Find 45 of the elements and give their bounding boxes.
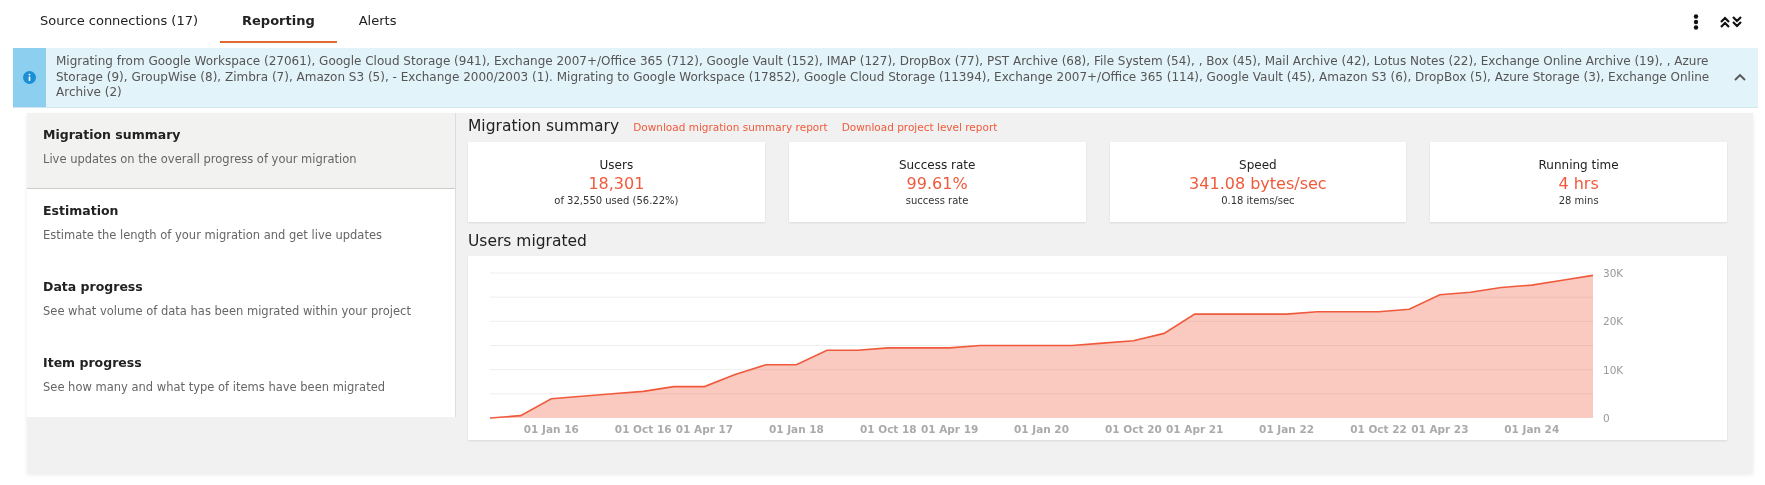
section-title: Migration summary: [468, 116, 620, 135]
item-title: Item progress: [43, 354, 143, 370]
stat-subtext: success rate: [905, 194, 969, 206]
x-tick-label: 01 Jan 24: [1504, 422, 1560, 435]
stat-value: 341.08 bytes/sec: [1189, 173, 1327, 193]
item-description: See how many and what type of items have been migrated: [43, 379, 387, 394]
stat-value: 99.61%: [906, 173, 968, 193]
item-title: Migration summary: [43, 126, 182, 142]
x-tick-label: 01 Oct 20: [1105, 422, 1162, 435]
info-icon: [23, 70, 36, 84]
x-tick-label: 01 Jan 22: [1259, 422, 1315, 435]
x-tick-label: 01 Oct 18: [859, 422, 917, 435]
x-tick-label: 01 Apr 23: [1411, 422, 1469, 435]
tab[interactable]: Alerts: [336, 0, 419, 43]
stat-subtext: 0.18 items/sec: [1221, 194, 1295, 206]
x-tick-label: 01 Apr 17: [675, 422, 734, 435]
stat-label: Users: [599, 157, 634, 172]
banner-text: Migrating from Google Workspace (27061), Google Cloud Storage (941), Exchange 2007+/Office 365 (712), Google Vault (152), IMAP (127), DropBox (77), PST Archive (68), File System (54), , Box (45), Mail Archive (42), Lotus Notes (22), Exchange Online Archive (19), , Azure Storage (9), GroupWise (8), Zimbra (7), Amazon S3 (5), - Exchange 2000/2003 (1). Migrating to Google Workspace (17852), Google Cloud Storage (11394), Exchange 2007+/Office 365 (114), Google Vault (45), Amazon S3 (6), DropBox (5), Azure Storage (3), Exchange Online Archive (2): [55, 53, 1711, 101]
x-tick-label: 01 Apr 19: [920, 422, 979, 435]
stat-value: 18,301: [588, 173, 645, 193]
y-tick-label: 30K: [1603, 266, 1624, 279]
item-description: Estimate the length of your migration and get live updates: [43, 227, 383, 242]
x-tick-label: 01 Oct 22: [1350, 422, 1407, 435]
item-description: Live updates on the overall progress of your migration: [43, 151, 358, 166]
stat-label: Running time: [1538, 157, 1619, 172]
y-tick-label: 10K: [1603, 363, 1624, 376]
stat-label: Speed: [1239, 157, 1277, 172]
x-tick-label: 01 Jan 18: [768, 422, 824, 435]
x-tick-label: 01 Oct 16: [614, 422, 672, 435]
x-tick-label: 01 Apr 21: [1166, 422, 1224, 435]
stat-label: Success rate: [898, 157, 976, 172]
item-description: See what volume of data has been migrated within your project: [43, 303, 412, 318]
tab[interactable]: Source connections (17): [18, 0, 220, 43]
stat-subtext: of 32,550 used (56.22%): [554, 194, 679, 206]
stat-value: 4 hrs: [1558, 173, 1599, 193]
tab[interactable]: Reporting: [220, 0, 337, 43]
x-tick-label: 01 Jan 16: [523, 422, 579, 435]
section-title: Users migrated: [468, 231, 588, 250]
x-tick-label: 01 Jan 20: [1014, 422, 1069, 435]
item-title: Estimation: [43, 202, 120, 218]
y-tick-label: 0: [1603, 411, 1610, 424]
item-title: Data progress: [43, 278, 144, 294]
y-tick-label: 20K: [1603, 314, 1624, 327]
stat-subtext: 28 mins: [1558, 194, 1599, 206]
sidebar-item[interactable]: Migration summary Live updates on the overall progress of your migration: [27, 112, 455, 189]
